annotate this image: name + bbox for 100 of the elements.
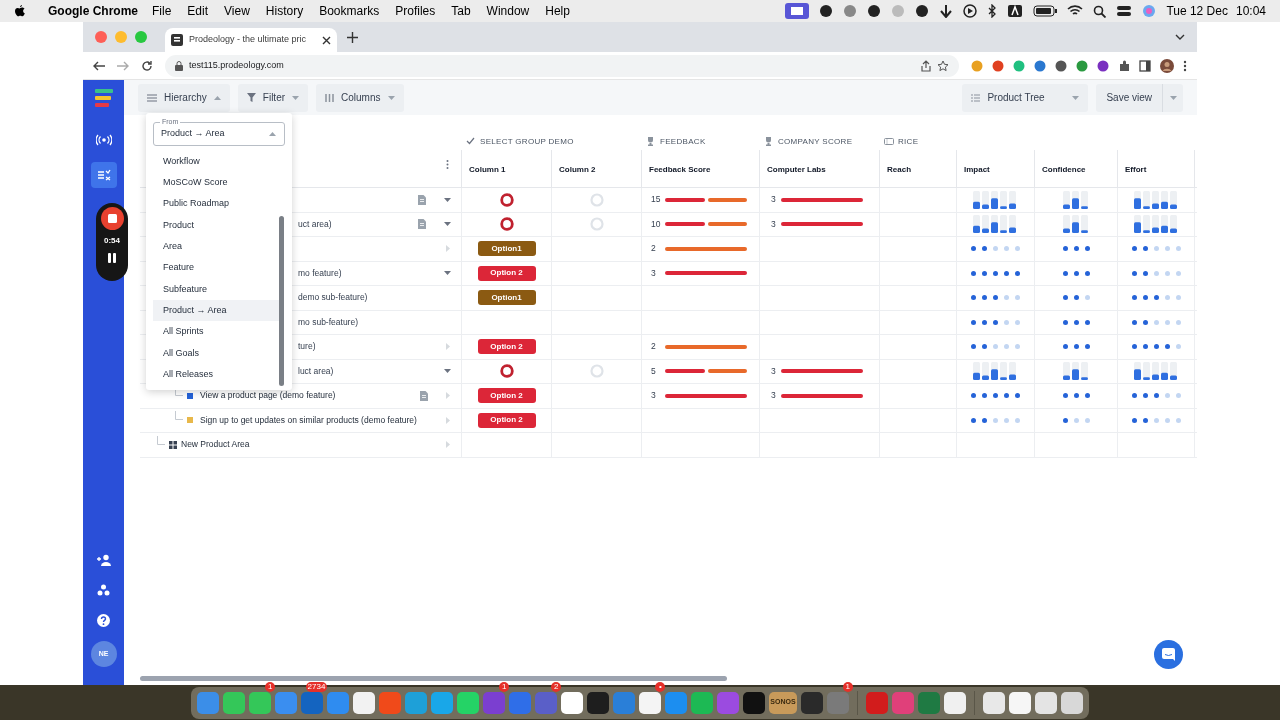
broadcast-icon[interactable] (95, 134, 112, 146)
menu-option[interactable]: Product (153, 214, 279, 237)
new-tab-icon[interactable] (347, 31, 358, 43)
ring-icon[interactable] (499, 192, 514, 207)
app-icon[interactable] (1060, 691, 1083, 714)
menu-option[interactable]: Public Roadmap (153, 193, 279, 215)
extension-icon[interactable] (1076, 59, 1088, 72)
column-header[interactable]: Computer Labs (767, 165, 826, 174)
status-icon[interactable] (867, 4, 882, 18)
option-tag[interactable]: Option1 (477, 241, 536, 257)
columns-icon[interactable] (325, 93, 335, 102)
column-header[interactable]: Column 1 (469, 165, 506, 174)
more-icon[interactable] (446, 160, 449, 169)
filter-icon[interactable] (246, 93, 256, 102)
row-title[interactable]: uct area) (298, 217, 332, 231)
status-icon[interactable] (915, 4, 930, 18)
menu-item[interactable]: Tab (451, 2, 471, 20)
menu-bar-clock[interactable]: 10:04 (1235, 2, 1266, 20)
status-icon[interactable] (819, 4, 834, 18)
control-center-icon[interactable] (1116, 4, 1133, 18)
chat-button[interactable] (1154, 640, 1183, 669)
app-icon[interactable] (353, 691, 376, 714)
app-icon[interactable] (743, 691, 766, 714)
column-header[interactable]: Reach (887, 165, 911, 174)
extension-icon[interactable] (1097, 59, 1109, 72)
team-icon[interactable] (97, 584, 110, 596)
menu-option[interactable]: All Sprints (153, 321, 279, 343)
row-title[interactable]: ture) (298, 340, 316, 354)
row-title[interactable]: mo sub-feature) (298, 315, 358, 329)
menu-option[interactable]: Workflow (153, 151, 279, 173)
wifi-icon[interactable] (1067, 5, 1084, 17)
reload-icon[interactable] (141, 59, 153, 72)
stop-icon[interactable] (107, 214, 117, 223)
extension-icon[interactable] (1055, 59, 1067, 72)
stop-recording-button[interactable] (100, 207, 124, 230)
rating-dots[interactable] (1062, 344, 1090, 350)
menu-item[interactable]: History (265, 2, 304, 20)
caret-down-icon[interactable] (444, 369, 451, 374)
menu-item[interactable]: View (224, 2, 250, 20)
document-icon[interactable] (418, 194, 426, 205)
option-tag[interactable]: Option 2 (477, 412, 536, 428)
menu-item[interactable]: Edit (187, 2, 209, 20)
caret-icon[interactable] (269, 132, 276, 136)
columns-button[interactable]: Columns (316, 83, 404, 112)
column-header[interactable]: Confidence (1042, 165, 1086, 174)
document-icon[interactable] (418, 219, 426, 230)
side-panel-icon[interactable] (1139, 59, 1151, 72)
app-icon[interactable] (561, 691, 584, 714)
app-name[interactable]: Google Chrome (48, 2, 138, 20)
app-icon[interactable] (943, 691, 966, 714)
rating-dots[interactable] (1062, 270, 1090, 276)
menu-item[interactable]: File (152, 2, 172, 20)
apple-icon[interactable] (14, 4, 26, 18)
app-icon[interactable] (249, 691, 272, 714)
pause-icon[interactable] (108, 253, 116, 263)
menu-option[interactable]: Subfeature (153, 278, 279, 301)
more-icon[interactable] (1183, 59, 1187, 72)
column-header[interactable]: Feedback Score (649, 165, 711, 174)
rating-dots[interactable] (1131, 417, 1181, 423)
add-user-icon[interactable] (96, 554, 111, 566)
option-tag[interactable]: Option 2 (477, 388, 536, 404)
profile-avatar-icon[interactable] (1160, 58, 1174, 73)
scrollbar-thumb[interactable] (279, 216, 284, 386)
option-tag[interactable]: Option 2 (477, 265, 536, 281)
rating-dots[interactable] (1062, 393, 1090, 399)
rating-dots[interactable] (1131, 393, 1181, 399)
menu-bar-date[interactable]: Tue 12 Dec (1166, 2, 1228, 20)
status-icon[interactable] (939, 4, 954, 18)
app-icon[interactable] (982, 691, 1005, 714)
bluetooth-icon[interactable] (987, 4, 998, 18)
ring-icon[interactable] (499, 217, 514, 232)
menu-item[interactable]: Bookmarks (319, 2, 380, 20)
menu-option[interactable]: Product → Area (153, 300, 279, 322)
rating-dots[interactable] (971, 344, 1020, 350)
menu-option[interactable]: MoSCoW Score (153, 172, 279, 194)
scrollbar-thumb[interactable] (140, 675, 727, 681)
chat-icon[interactable] (1162, 648, 1175, 661)
checklist-nav-button[interactable] (90, 162, 117, 188)
close-icon[interactable] (322, 35, 331, 45)
search-icon[interactable] (1093, 4, 1107, 18)
column-header[interactable]: Impact (964, 165, 990, 174)
rating-dots[interactable] (971, 295, 1020, 301)
rating-dots[interactable] (1062, 295, 1090, 301)
rating-dots[interactable] (971, 393, 1020, 399)
screen-icon[interactable] (785, 3, 810, 19)
extension-icon[interactable] (992, 59, 1004, 72)
share-icon[interactable] (921, 59, 931, 72)
rating-dots[interactable] (971, 417, 1020, 423)
menu-option[interactable]: Feature (153, 257, 279, 279)
puzzle-icon[interactable] (1118, 59, 1130, 72)
caret-down-icon[interactable] (444, 197, 451, 202)
app-icon[interactable] (223, 691, 246, 714)
help-icon[interactable] (97, 614, 110, 627)
menu-item[interactable]: Profiles (395, 2, 436, 20)
menu-option[interactable]: All Releases (153, 363, 279, 386)
rating-dots[interactable] (1062, 246, 1090, 252)
bookmark-star-icon[interactable] (937, 59, 949, 72)
window-control-icon[interactable] (95, 31, 107, 43)
caret-down-icon[interactable] (444, 271, 451, 276)
rating-dots[interactable] (971, 246, 1020, 252)
